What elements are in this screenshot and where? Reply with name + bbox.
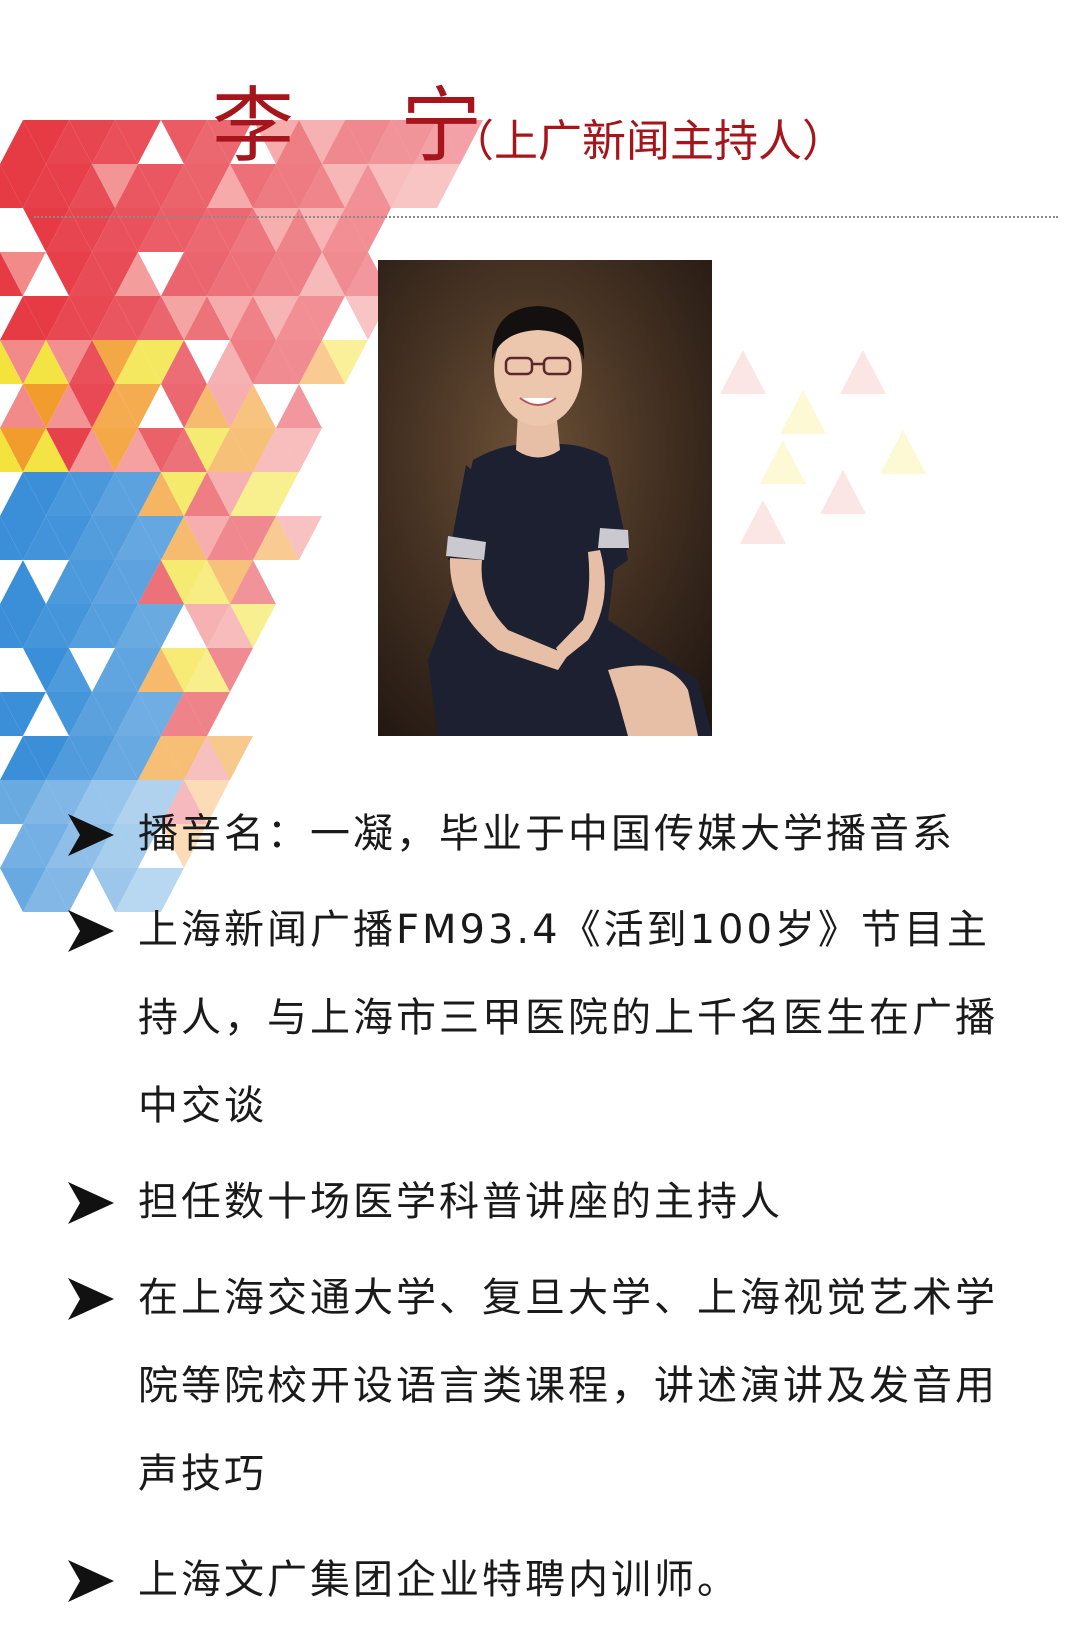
bio-item: 在上海交通大学、复旦大学、上海视觉艺术学院等院校开设语言类课程，讲述演讲及发音用… [68,1254,1028,1518]
bio-list: 播音名：一凝，毕业于中国传媒大学播音系 上海新闻广播FM93.4《活到100岁》… [68,790,1028,1632]
pattern-triangle [740,500,786,544]
page-subtitle: （上广新闻主持人） [450,116,846,167]
portrait-photo [378,260,712,736]
pattern-triangle [880,430,926,474]
pattern-triangle [820,470,866,514]
bio-item-text: 上海新闻广播FM93.4《活到100岁》节目主持人，与上海市三甲医院的上千名医生… [138,907,998,1129]
header: 李 宁 （上广新闻主持人） [0,72,1080,182]
pattern-triangle [840,350,886,394]
bio-item: 上海文广集团企业特聘内训师。 [68,1536,1028,1624]
bio-item: 担任数十场医学科普讲座的主持人 [68,1158,1028,1246]
pattern-triangle [780,390,826,434]
bio-item: 播音名：一凝，毕业于中国传媒大学播音系 [68,790,1028,878]
arrow-bullet-icon [68,1278,114,1320]
bio-item-text: 上海文广集团企业特聘内训师。 [138,1557,740,1603]
bio-item-text: 在上海交通大学、复旦大学、上海视觉艺术学院等院校开设语言类课程，讲述演讲及发音用… [138,1275,998,1497]
bio-item-text: 担任数十场医学科普讲座的主持人 [138,1179,783,1225]
arrow-bullet-icon [68,1182,114,1224]
arrow-bullet-icon [68,910,114,952]
dotted-divider [34,216,1058,218]
bio-item-text: 播音名：一凝，毕业于中国传媒大学播音系 [138,811,955,857]
portrait-illustration [378,260,712,736]
pattern-triangle [720,350,766,394]
arrow-bullet-icon [68,1560,114,1602]
pattern-triangle [760,440,806,484]
bio-item: 上海新闻广播FM93.4《活到100岁》节目主持人，与上海市三甲医院的上千名医生… [68,886,1028,1150]
arrow-bullet-icon [68,814,114,856]
